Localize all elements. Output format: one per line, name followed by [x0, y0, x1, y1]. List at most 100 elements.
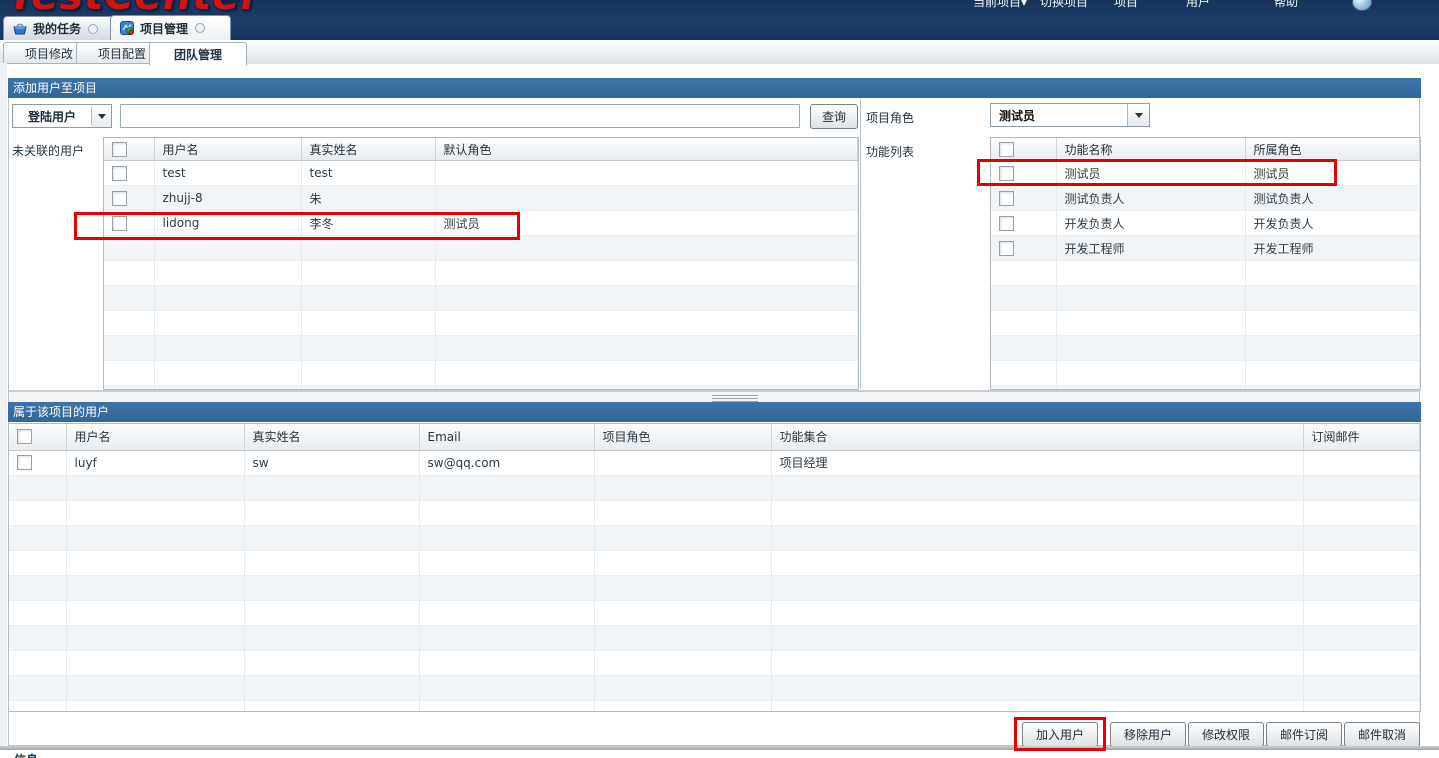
top-menu-item-switch-project[interactable]: 切换项目 [1040, 0, 1088, 10]
table-row[interactable]: test test [104, 161, 858, 186]
project-members-section-header: 属于该项目的用户 [8, 402, 1421, 422]
cell-username: zhujj-8 [154, 186, 301, 211]
cell-function-set: 项目经理 [771, 450, 1303, 475]
unassociated-users-label: 未关联的用户 [12, 142, 84, 159]
cell-default-role [435, 161, 858, 186]
table-row[interactable]: 开发负责人 开发负责人 [991, 211, 1420, 236]
row-checkbox[interactable] [112, 191, 127, 206]
table-row-empty [9, 525, 1420, 550]
row-checkbox[interactable] [112, 166, 127, 181]
add-user-button[interactable]: 加入用户 [1022, 722, 1098, 747]
user-globe-icon[interactable] [1352, 0, 1372, 11]
select-all-checkbox[interactable] [112, 142, 127, 157]
project-manage-icon [119, 20, 135, 36]
top-menu-item-project[interactable]: 项目 [1114, 0, 1138, 10]
table-row-empty [991, 361, 1420, 386]
table-row-empty [9, 600, 1420, 625]
window-tab-label: 项目管理 [140, 20, 188, 37]
row-checkbox[interactable] [999, 191, 1014, 206]
cell-realname: 朱 [301, 186, 435, 211]
sub-tab-team-management[interactable]: 团队管理 [149, 42, 247, 66]
table-row[interactable]: 开发工程师 开发工程师 [991, 236, 1420, 261]
top-menu-item-user[interactable]: 用户 [1186, 0, 1210, 10]
table-row-empty [104, 336, 858, 361]
table-row-empty [9, 475, 1420, 500]
column-header-function-set: 功能集合 [771, 424, 1303, 450]
project-role-selected-value: 测试员 [991, 107, 1127, 124]
status-info-label: 信息 [14, 751, 38, 758]
row-checkbox[interactable] [999, 241, 1014, 256]
cell-owning-role: 测试员 [1245, 161, 1420, 186]
tab-status-dot[interactable] [88, 24, 98, 34]
table-row-empty [104, 361, 858, 386]
panel-vertical-divider [860, 99, 861, 389]
window-tab-my-tasks[interactable]: 我的任务 [3, 16, 124, 40]
tasks-basket-icon [12, 21, 28, 37]
window-tab-label: 我的任务 [33, 20, 81, 37]
column-header-username: 用户名 [66, 424, 244, 450]
column-header-project-role: 项目角色 [594, 424, 771, 450]
cell-realname: test [301, 161, 435, 186]
project-role-dropdown[interactable]: 测试员 [990, 103, 1150, 127]
modify-permission-button[interactable]: 修改权限 [1188, 722, 1264, 747]
cell-project-role [594, 450, 771, 475]
column-header-default-role: 默认角色 [435, 138, 858, 161]
column-header-function-name: 功能名称 [1056, 138, 1245, 161]
add-users-section-header: 添加用户至项目 [8, 78, 1421, 98]
select-all-header [104, 138, 154, 161]
remove-user-button[interactable]: 移除用户 [1110, 722, 1186, 747]
table-row-empty [9, 650, 1420, 675]
splitter-grip-icon[interactable] [712, 395, 758, 402]
table-row-empty [104, 286, 858, 311]
query-button[interactable]: 查询 [810, 104, 858, 129]
cell-owning-role: 开发工程师 [1245, 236, 1420, 261]
table-row-empty [9, 675, 1420, 700]
column-header-owning-role: 所属角色 [1245, 138, 1420, 161]
table-row-highlighted[interactable]: 测试员 测试员 [991, 161, 1420, 186]
table-row-empty [9, 550, 1420, 575]
unassociated-users-table: 用户名 真实姓名 默认角色 test test zhujj-8 朱 [103, 137, 859, 390]
select-all-checkbox[interactable] [17, 429, 32, 444]
login-user-dropdown-label: 登陆用户 [13, 108, 91, 125]
cell-owning-role: 开发负责人 [1245, 211, 1420, 236]
cell-username: luyf [66, 450, 244, 475]
chevron-down-icon[interactable] [92, 105, 111, 127]
cell-function-name: 测试员 [1056, 161, 1245, 186]
table-row-empty [104, 236, 858, 261]
top-menu-item-current-project[interactable]: 当前项目▾ [973, 0, 1027, 10]
tab-status-dot[interactable] [195, 23, 205, 33]
cell-default-role: 测试员 [435, 211, 858, 236]
mail-subscribe-button[interactable]: 邮件订阅 [1266, 722, 1342, 747]
table-header-row: 用户名 真实姓名 默认角色 [104, 138, 858, 161]
select-all-checkbox[interactable] [999, 142, 1014, 157]
user-search-input[interactable] [120, 104, 800, 128]
cell-subscribe-mail [1303, 450, 1420, 475]
table-row-empty [991, 286, 1420, 311]
row-checkbox[interactable] [112, 216, 127, 231]
row-checkbox[interactable] [17, 455, 32, 470]
table-row-empty [991, 336, 1420, 361]
project-members-table: 用户名 真实姓名 Email 项目角色 功能集合 订阅邮件 luyf sw sw… [8, 423, 1421, 712]
window-tab-project-management[interactable]: 项目管理 [110, 15, 231, 40]
cell-default-role [435, 186, 858, 211]
cell-function-name: 开发负责人 [1056, 211, 1245, 236]
top-menu-item-help[interactable]: 帮助 [1274, 0, 1298, 10]
cell-owning-role: 测试负责人 [1245, 186, 1420, 211]
row-checkbox[interactable] [999, 166, 1014, 181]
table-row-empty [104, 311, 858, 336]
top-navigation-bar: TestCenter 当前项目▾ 切换项目 项目 用户 帮助 我的任务 项目管理 [0, 0, 1439, 40]
table-row[interactable]: zhujj-8 朱 [104, 186, 858, 211]
login-user-dropdown[interactable]: 登陆用户 [12, 104, 112, 128]
table-row-empty [991, 311, 1420, 336]
row-checkbox[interactable] [999, 216, 1014, 231]
table-row-highlighted[interactable]: lidong 李冬 测试员 [104, 211, 858, 236]
cell-username: test [154, 161, 301, 186]
table-row[interactable]: luyf sw sw@qq.com 项目经理 [9, 450, 1420, 475]
table-row[interactable]: 测试负责人 测试负责人 [991, 186, 1420, 211]
cell-realname: sw [244, 450, 419, 475]
column-header-email: Email [419, 424, 594, 450]
table-row-empty [991, 261, 1420, 286]
mail-cancel-button[interactable]: 邮件取消 [1344, 722, 1420, 747]
table-header-row: 功能名称 所属角色 [991, 138, 1420, 161]
chevron-down-icon[interactable] [1127, 104, 1149, 126]
